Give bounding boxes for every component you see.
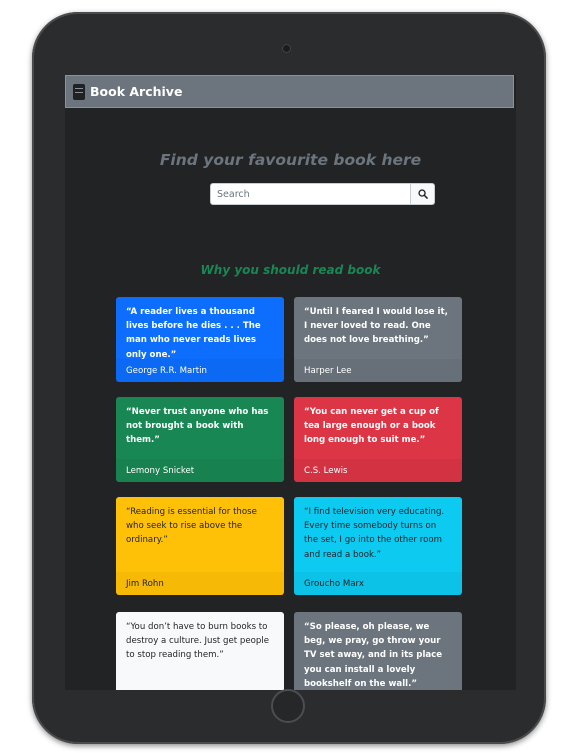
quote-text: “Reading is essential for those who seek… bbox=[126, 507, 257, 546]
quote-card: “I find television very educating. Every… bbox=[294, 497, 462, 595]
screen: Book Archive Find your favourite book he… bbox=[65, 75, 516, 690]
quote-author: Harper Lee bbox=[294, 359, 462, 382]
search-form bbox=[210, 183, 435, 205]
quote-text: “Until I feared I would lose it, I never… bbox=[304, 307, 448, 346]
search-button[interactable] bbox=[411, 183, 435, 205]
brand-link[interactable]: Book Archive bbox=[90, 84, 182, 99]
quote-author: Groucho Marx bbox=[294, 572, 462, 595]
quote-card: “A reader lives a thousand lives before … bbox=[116, 297, 284, 382]
quote-text: “Never trust anyone who has not brought … bbox=[126, 407, 269, 446]
quote-card: “You can never get a cup of tea large en… bbox=[294, 397, 462, 482]
page-title: Find your favourite book here bbox=[159, 151, 422, 169]
quote-text: “You don’t have to burn books to destroy… bbox=[126, 622, 270, 661]
quote-text: “A reader lives a thousand lives before … bbox=[126, 307, 261, 360]
tablet-frame: Book Archive Find your favourite book he… bbox=[32, 12, 546, 744]
quote-text: “So please, oh please, we beg, we pray, … bbox=[304, 622, 443, 689]
quote-card: “Never trust anyone who has not brought … bbox=[116, 397, 284, 482]
book-icon bbox=[73, 83, 85, 100]
section-title: Why you should read book bbox=[200, 263, 381, 277]
navbar: Book Archive bbox=[65, 75, 514, 108]
quote-author: C.S. Lewis bbox=[294, 459, 462, 482]
quote-card: “Reading is essential for those who seek… bbox=[116, 497, 284, 595]
search-input[interactable] bbox=[210, 183, 411, 205]
quote-card: “Until I feared I would lose it, I never… bbox=[294, 297, 462, 382]
quote-author: George R.R. Martin bbox=[116, 359, 284, 382]
quote-card: “You don’t have to burn books to destroy… bbox=[116, 612, 284, 690]
quote-author: Jim Rohn bbox=[116, 572, 284, 595]
quote-text: “I find television very educating. Every… bbox=[304, 507, 445, 560]
search-icon bbox=[417, 189, 428, 199]
quote-card: “So please, oh please, we beg, we pray, … bbox=[294, 612, 462, 690]
quote-author: Lemony Snicket bbox=[116, 459, 284, 482]
camera-icon bbox=[282, 44, 291, 53]
quote-text: “You can never get a cup of tea large en… bbox=[304, 407, 439, 446]
home-button[interactable] bbox=[271, 689, 305, 723]
